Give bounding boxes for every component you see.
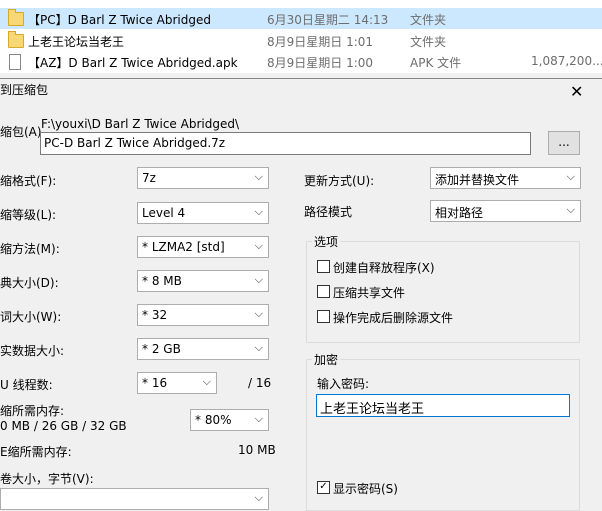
file-list: 【PC】D Barl Z Twice Abridged 6月30日星期二 14:… <box>0 0 602 73</box>
file-date: 8月9日星期日 1:00 <box>267 56 374 70</box>
decompress-memory-value: 10 MB <box>238 443 276 457</box>
chevron-down-icon: ⌵ <box>202 375 211 388</box>
archive-label: 缩包(A) <box>0 125 42 139</box>
file-icon <box>9 54 21 70</box>
file-date: 8月9日星期日 1:01 <box>267 35 374 49</box>
split-volume-select[interactable]: ⌵ <box>0 488 269 510</box>
chevron-down-icon: ⌵ <box>254 273 263 286</box>
file-type: 文件夹 <box>410 35 447 49</box>
chevron-down-icon: ⌵ <box>254 205 263 218</box>
file-type: APK 文件 <box>410 56 462 70</box>
format-label: 缩格式(F): <box>0 174 57 188</box>
chevron-down-icon: ⌵ <box>254 341 263 354</box>
word-size-select[interactable]: * 32 ⌵ <box>137 304 269 326</box>
archive-path: F:\youxi\D Barl Z Twice Abridged\ <box>41 117 239 131</box>
dialog-title: 到压缩包 <box>0 83 49 97</box>
add-to-archive-dialog: 到压缩包 ✕ 缩包(A) F:\youxi\D Barl Z Twice Abr… <box>0 78 602 511</box>
folder-icon <box>8 31 24 48</box>
sfx-checkbox[interactable] <box>317 260 330 273</box>
show-password-checkbox[interactable]: ✓ <box>317 481 330 494</box>
sfx-label: 创建自释放程序(X) <box>333 261 435 275</box>
threads-select[interactable]: * 16 ⌵ <box>137 372 217 394</box>
file-size: 1,087,200... <box>531 54 602 68</box>
path-mode-select[interactable]: 相对路径 ⌵ <box>430 200 581 222</box>
format-select[interactable]: 7z ⌵ <box>137 167 269 189</box>
level-label: 缩等级(L): <box>0 208 57 222</box>
dictionary-select[interactable]: * 8 MB ⌵ <box>137 270 269 292</box>
chevron-down-icon: ⌵ <box>254 239 263 252</box>
word-size-label: 词大小(W): <box>0 310 62 324</box>
threads-label: U 线程数: <box>0 378 53 392</box>
threads-max: / 16 <box>248 376 272 390</box>
chevron-down-icon: ⌵ <box>566 203 575 216</box>
file-row[interactable]: 【PC】D Barl Z Twice Abridged 6月30日星期二 14:… <box>0 8 602 29</box>
memory-detail: 0 MB / 26 GB / 32 GB <box>0 419 127 433</box>
password-input[interactable]: 上老王论坛当老王 <box>316 394 570 417</box>
shared-files-label: 压缩共享文件 <box>333 286 406 300</box>
password-label: 输入密码: <box>317 377 370 391</box>
memory-label: 缩所需内存: <box>0 404 65 418</box>
chevron-down-icon: ⌵ <box>566 170 575 183</box>
chevron-down-icon: ⌵ <box>254 412 263 425</box>
solid-size-label: 实数据大小: <box>0 344 65 358</box>
encryption-title: 加密 <box>312 351 341 368</box>
archive-name-field[interactable]: PC-D Barl Z Twice Abridged.7z <box>40 132 531 155</box>
file-name: 上老王论坛当老王 <box>28 35 125 49</box>
file-row[interactable]: 上老王论坛当老王 8月9日星期日 1:01 文件夹 <box>0 30 602 51</box>
split-volume-label: 卷大小，字节(V): <box>0 472 94 486</box>
delete-after-checkbox[interactable] <box>317 310 330 323</box>
decompress-memory-label: E缩所需内存: <box>0 445 72 459</box>
show-password-label: 显示密码(S) <box>333 482 398 496</box>
delete-after-label: 操作完成后删除源文件 <box>333 311 454 325</box>
shared-files-checkbox[interactable] <box>317 285 330 298</box>
file-name: 【AZ】D Barl Z Twice Abridged.apk <box>28 56 238 70</box>
folder-icon <box>8 9 24 26</box>
close-icon[interactable]: ✕ <box>570 82 583 101</box>
chevron-down-icon: ⌵ <box>254 170 263 183</box>
memory-select[interactable]: * 80% ⌵ <box>190 409 269 431</box>
file-row[interactable]: 【AZ】D Barl Z Twice Abridged.apk 8月9日星期日 … <box>0 51 602 72</box>
method-select[interactable]: * LZMA2 [std] ⌵ <box>137 236 269 258</box>
browse-button[interactable]: ... <box>548 131 580 155</box>
options-title: 选项 <box>312 233 341 250</box>
update-mode-select[interactable]: 添加并替换文件 ⌵ <box>430 167 581 189</box>
path-mode-label: 路径模式 <box>304 205 353 219</box>
level-select[interactable]: Level 4 ⌵ <box>137 202 269 224</box>
solid-size-select[interactable]: * 2 GB ⌵ <box>137 338 269 360</box>
file-type: 文件夹 <box>410 13 447 27</box>
file-date: 6月30日星期二 14:13 <box>267 13 389 27</box>
update-mode-label: 更新方式(U): <box>304 174 375 188</box>
chevron-down-icon: ⌵ <box>254 307 263 320</box>
dictionary-label: 典大小(D): <box>0 276 59 290</box>
method-label: 缩方法(M): <box>0 242 60 256</box>
file-name: 【PC】D Barl Z Twice Abridged <box>28 13 211 27</box>
